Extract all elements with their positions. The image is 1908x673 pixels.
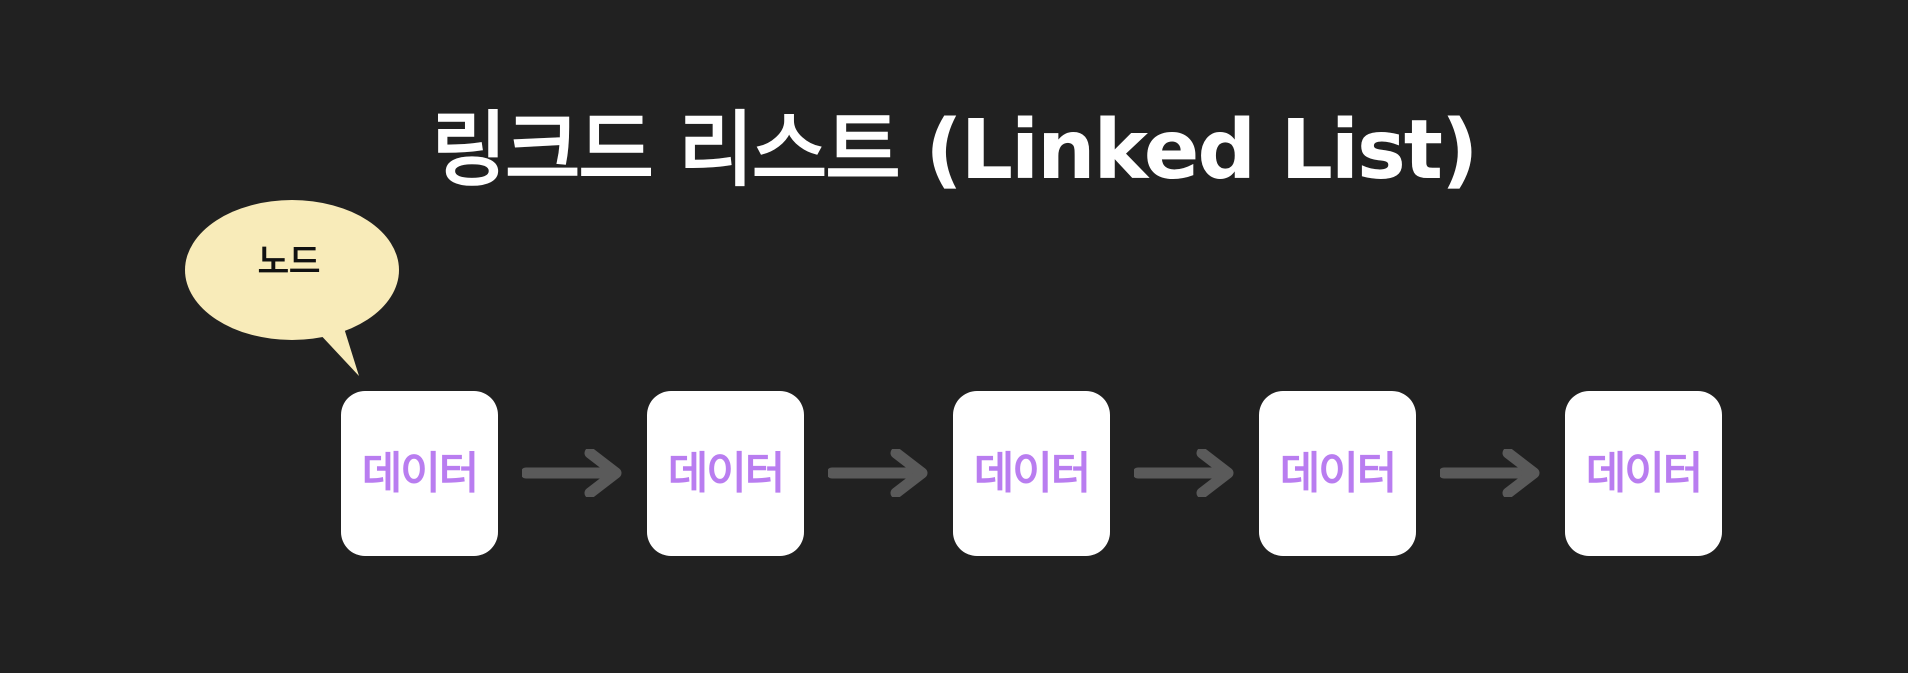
callout-label: 노드 (257, 242, 321, 282)
node-data-label: 데이터 (1585, 447, 1703, 499)
node-data-label: 데이터 (973, 447, 1091, 499)
linked-list-diagram: 링크드 리스트 (Linked List) 노드 데이터 데이터 데이터 데이터… (0, 0, 1908, 673)
node-callout: 노드 (180, 196, 399, 380)
list-node: 데이터 (647, 391, 804, 556)
list-node: 데이터 (953, 391, 1110, 556)
next-pointer-arrow (522, 449, 626, 497)
node-data-label: 데이터 (1279, 447, 1397, 499)
node-data-label: 데이터 (361, 447, 479, 499)
list-node: 데이터 (1565, 391, 1722, 556)
arrow-right-icon (1134, 449, 1234, 497)
speech-bubble-shape (185, 200, 399, 376)
next-pointer-arrow (828, 449, 932, 497)
diagram-title: 링크드 리스트 (Linked List) (431, 103, 1479, 198)
next-pointer-arrow (1440, 449, 1544, 497)
arrow-right-icon (1440, 449, 1540, 497)
arrow-right-icon (828, 449, 928, 497)
next-pointer-arrow (1134, 449, 1238, 497)
arrow-right-icon (522, 449, 622, 497)
list-node: 데이터 (341, 391, 498, 556)
list-node: 데이터 (1259, 391, 1416, 556)
node-data-label: 데이터 (667, 447, 785, 499)
